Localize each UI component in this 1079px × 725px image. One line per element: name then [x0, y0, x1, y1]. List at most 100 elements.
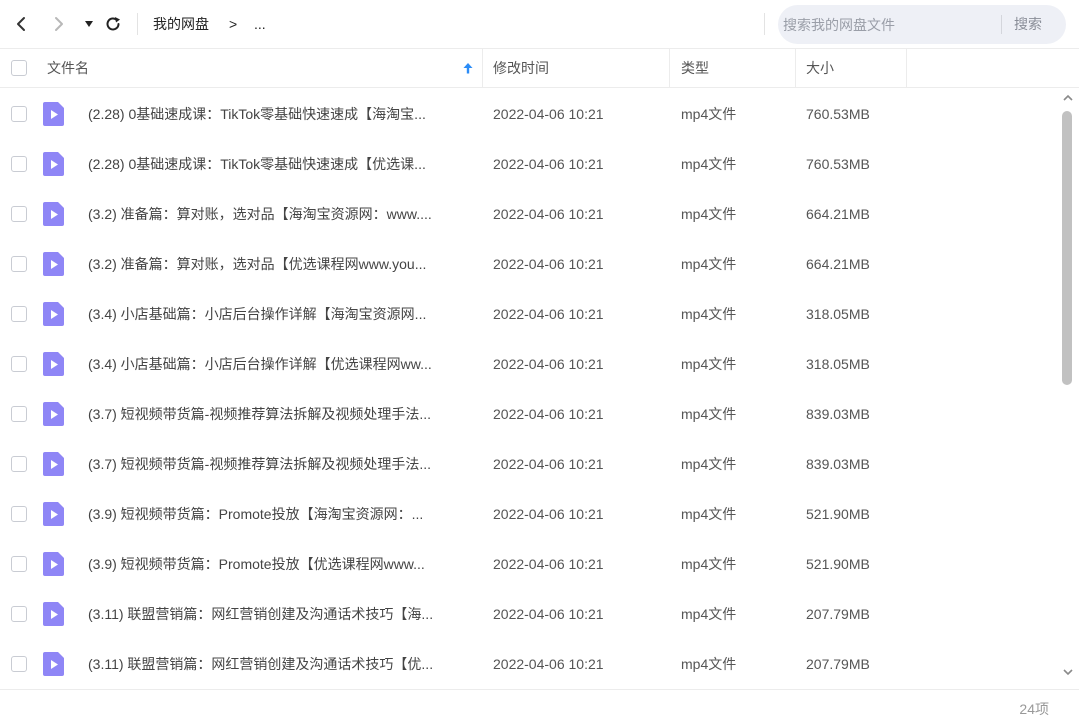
search-box: 搜索 — [778, 5, 1066, 44]
table-row[interactable]: (3.11) 联盟营销篇：网红营销创建及沟通话术技巧【优... 2022-04-… — [0, 639, 1058, 689]
file-modified: 2022-04-06 10:21 — [493, 456, 604, 472]
file-modified: 2022-04-06 10:21 — [493, 556, 604, 572]
row-checkbox[interactable] — [11, 156, 27, 172]
video-file-icon — [43, 352, 64, 376]
column-header-type[interactable]: 类型 — [681, 49, 709, 88]
search-input[interactable] — [782, 5, 996, 44]
video-file-icon — [43, 602, 64, 626]
file-modified: 2022-04-06 10:21 — [493, 156, 604, 172]
refresh-icon — [106, 17, 120, 31]
row-checkbox[interactable] — [11, 556, 27, 572]
scroll-down-icon[interactable] — [1062, 667, 1074, 677]
file-modified: 2022-04-06 10:21 — [493, 106, 604, 122]
table-row[interactable]: (3.9) 短视频带货篇：Promote投放【海淘宝资源网：... 2022-0… — [0, 489, 1058, 539]
row-checkbox[interactable] — [11, 456, 27, 472]
scroll-up-icon[interactable] — [1062, 93, 1074, 103]
video-file-icon — [43, 402, 64, 426]
column-header-size[interactable]: 大小 — [806, 49, 834, 88]
file-type: mp4文件 — [681, 206, 737, 222]
column-divider[interactable] — [669, 49, 670, 88]
search-divider — [1001, 15, 1002, 34]
scrollbar-thumb[interactable] — [1062, 111, 1072, 385]
table-row[interactable]: (3.4) 小店基础篇：小店后台操作详解【海淘宝资源网... 2022-04-0… — [0, 289, 1058, 339]
table-row[interactable]: (3.7) 短视频带货篇-视频推荐算法拆解及视频处理手法... 2022-04-… — [0, 389, 1058, 439]
video-file-icon — [43, 152, 64, 176]
file-size: 318.05MB — [806, 306, 870, 322]
table-row[interactable]: (3.2) 准备篇：算对账，选对品【优选课程网www.you... 2022-0… — [0, 239, 1058, 289]
row-checkbox[interactable] — [11, 206, 27, 222]
table-row[interactable]: (3.2) 准备篇：算对账，选对品【海淘宝资源网：www.... 2022-04… — [0, 189, 1058, 239]
file-size: 760.53MB — [806, 106, 870, 122]
row-checkbox[interactable] — [11, 356, 27, 372]
file-modified: 2022-04-06 10:21 — [493, 506, 604, 522]
chevron-right-icon — [55, 17, 63, 31]
vertical-scrollbar[interactable] — [1058, 89, 1079, 689]
file-name: (3.7) 短视频带货篇-视频推荐算法拆解及视频处理手法... — [88, 406, 432, 422]
table-row[interactable]: (3.9) 短视频带货篇：Promote投放【优选课程网www... 2022-… — [0, 539, 1058, 589]
file-name: (2.28) 0基础速成课：TikTok零基础快速速成【优选课... — [88, 156, 426, 172]
file-type: mp4文件 — [681, 606, 737, 622]
breadcrumb-root[interactable]: 我的网盘 — [153, 15, 209, 33]
select-all-checkbox[interactable] — [11, 60, 27, 76]
video-file-icon — [43, 252, 64, 276]
column-divider[interactable] — [795, 49, 796, 88]
file-name: (3.2) 准备篇：算对账，选对品【海淘宝资源网：www.... — [88, 206, 432, 222]
row-checkbox[interactable] — [11, 306, 27, 322]
column-header-name[interactable]: 文件名 — [47, 49, 89, 88]
row-checkbox[interactable] — [11, 256, 27, 272]
file-type: mp4文件 — [681, 306, 737, 322]
file-size: 207.79MB — [806, 656, 870, 672]
caret-down-icon — [85, 21, 93, 27]
file-size: 521.90MB — [806, 556, 870, 572]
file-name: (3.11) 联盟营销篇：网红营销创建及沟通话术技巧【海... — [88, 606, 434, 622]
search-button[interactable]: 搜索 — [1014, 16, 1042, 33]
file-size: 664.21MB — [806, 256, 870, 272]
toolbar: 我的网盘 > ... 搜索 — [0, 0, 1079, 49]
file-type: mp4文件 — [681, 156, 737, 172]
video-file-icon — [43, 502, 64, 526]
row-checkbox[interactable] — [11, 406, 27, 422]
file-browser-window: 我的网盘 > ... 搜索 文件名 修改时间 类型 大小 (2.28) 0基础速… — [0, 0, 1079, 725]
back-button[interactable] — [10, 12, 32, 36]
table-row[interactable]: (2.28) 0基础速成课：TikTok零基础快速速成【海淘宝... 2022-… — [0, 89, 1058, 139]
table-row[interactable]: (2.28) 0基础速成课：TikTok零基础快速速成【优选课... 2022-… — [0, 139, 1058, 189]
breadcrumb-more[interactable]: ... — [254, 15, 266, 33]
column-header-modified[interactable]: 修改时间 — [493, 49, 549, 88]
video-file-icon — [43, 652, 64, 676]
arrow-up-icon[interactable] — [462, 61, 474, 75]
file-size: 664.21MB — [806, 206, 870, 222]
table-row[interactable]: (3.7) 短视频带货篇-视频推荐算法拆解及视频处理手法... 2022-04-… — [0, 439, 1058, 489]
toolbar-divider — [137, 13, 138, 35]
row-checkbox[interactable] — [11, 106, 27, 122]
row-checkbox[interactable] — [11, 506, 27, 522]
row-checkbox[interactable] — [11, 606, 27, 622]
video-file-icon — [43, 302, 64, 326]
file-name: (3.11) 联盟营销篇：网红营销创建及沟通话术技巧【优... — [88, 656, 434, 672]
forward-button[interactable] — [48, 12, 70, 36]
search-divider-left — [764, 13, 765, 35]
file-name: (3.4) 小店基础篇：小店后台操作详解【海淘宝资源网... — [88, 306, 427, 322]
file-size: 318.05MB — [806, 356, 870, 372]
file-type: mp4文件 — [681, 456, 737, 472]
row-checkbox[interactable] — [11, 656, 27, 672]
history-dropdown-button[interactable] — [78, 12, 100, 36]
video-file-icon — [43, 102, 64, 126]
file-size: 207.79MB — [806, 606, 870, 622]
file-name: (2.28) 0基础速成课：TikTok零基础快速速成【海淘宝... — [88, 106, 426, 122]
file-size: 521.90MB — [806, 506, 870, 522]
file-name: (3.9) 短视频带货篇：Promote投放【优选课程网www... — [88, 556, 425, 572]
column-divider[interactable] — [906, 49, 907, 88]
file-size: 760.53MB — [806, 156, 870, 172]
file-type: mp4文件 — [681, 256, 737, 272]
file-name: (3.4) 小店基础篇：小店后台操作详解【优选课程网ww... — [88, 356, 432, 372]
table-row[interactable]: (3.4) 小店基础篇：小店后台操作详解【优选课程网ww... 2022-04-… — [0, 339, 1058, 389]
file-type: mp4文件 — [681, 106, 737, 122]
file-modified: 2022-04-06 10:21 — [493, 656, 604, 672]
refresh-button[interactable] — [102, 12, 124, 36]
table-row[interactable]: (3.11) 联盟营销篇：网红营销创建及沟通话术技巧【海... 2022-04-… — [0, 589, 1058, 639]
column-divider[interactable] — [482, 49, 483, 88]
video-file-icon — [43, 452, 64, 476]
file-list: (2.28) 0基础速成课：TikTok零基础快速速成【海淘宝... 2022-… — [0, 89, 1058, 689]
file-size: 839.03MB — [806, 456, 870, 472]
file-type: mp4文件 — [681, 506, 737, 522]
